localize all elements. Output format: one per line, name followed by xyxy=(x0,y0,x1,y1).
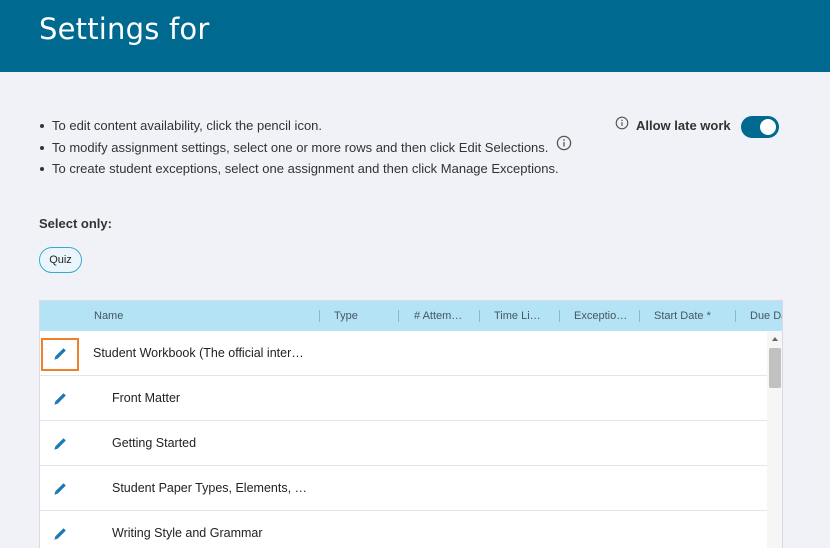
pencil-icon[interactable] xyxy=(52,391,68,407)
table-row[interactable]: Writing Style and Grammar xyxy=(40,511,767,548)
instruction-item: To modify assignment settings, select on… xyxy=(39,135,572,159)
page-title: Settings for xyxy=(39,12,210,46)
table-row[interactable]: Front Matter xyxy=(40,376,767,421)
column-separator[interactable] xyxy=(559,310,560,322)
column-header-type[interactable]: Type xyxy=(334,301,358,331)
column-header-start-date[interactable]: Start Date * xyxy=(654,301,711,331)
info-icon[interactable] xyxy=(556,135,572,158)
table-row[interactable]: Getting Started xyxy=(40,421,767,466)
column-header-due-date[interactable]: Due Da xyxy=(750,301,782,331)
pencil-icon[interactable] xyxy=(52,526,68,542)
filter-chip-quiz[interactable]: Quiz xyxy=(39,247,82,273)
page-header: Settings for xyxy=(0,0,830,72)
column-separator[interactable] xyxy=(479,310,480,322)
allow-late-work: Allow late work xyxy=(615,116,731,135)
table-header: Name Type # Attem… Time Li… Exceptio… St… xyxy=(40,301,782,331)
select-only-label: Select only: xyxy=(39,216,112,231)
pencil-icon[interactable] xyxy=(52,481,68,497)
column-separator[interactable] xyxy=(735,310,736,322)
row-name: Getting Started xyxy=(112,436,197,450)
column-header-name[interactable]: Name xyxy=(94,301,123,331)
column-header-attempts[interactable]: # Attem… xyxy=(414,301,462,331)
column-separator[interactable] xyxy=(639,310,640,322)
toggle-knob xyxy=(760,119,776,135)
instruction-item: To edit content availability, click the … xyxy=(39,115,572,137)
vertical-scrollbar[interactable] xyxy=(767,331,782,548)
row-name: Student Workbook (The official inter… xyxy=(93,346,304,360)
scroll-thumb[interactable] xyxy=(769,348,781,388)
column-header-time-limit[interactable]: Time Li… xyxy=(494,301,541,331)
instruction-item: To create student exceptions, select one… xyxy=(39,158,572,180)
instructions-list: To edit content availability, click the … xyxy=(39,115,572,180)
pencil-icon[interactable] xyxy=(52,346,68,362)
column-header-exceptions[interactable]: Exceptio… xyxy=(574,301,627,331)
row-name: Writing Style and Grammar xyxy=(112,526,263,540)
allow-late-work-label: Allow late work xyxy=(636,118,731,133)
pencil-icon[interactable] xyxy=(52,436,68,452)
table-row[interactable]: Student Workbook (The official inter… xyxy=(40,331,767,376)
allow-late-work-toggle[interactable] xyxy=(741,116,779,138)
column-separator[interactable] xyxy=(398,310,399,322)
scroll-up-arrow-icon[interactable] xyxy=(772,337,778,341)
info-icon[interactable] xyxy=(615,116,629,135)
row-name: Student Paper Types, Elements, … xyxy=(112,481,308,495)
table-row[interactable]: Student Paper Types, Elements, … xyxy=(40,466,767,511)
column-separator[interactable] xyxy=(319,310,320,322)
row-name: Front Matter xyxy=(112,391,181,405)
assignments-table: Name Type # Attem… Time Li… Exceptio… St… xyxy=(39,300,783,548)
